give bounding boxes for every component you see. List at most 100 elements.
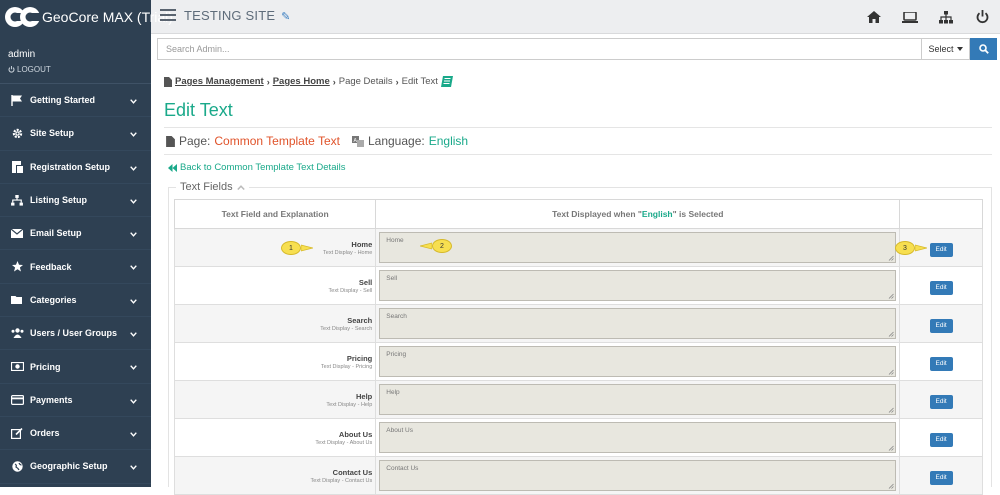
sidebar-item-payments[interactable]: Payments bbox=[0, 384, 151, 417]
edit-button[interactable]: Edit bbox=[929, 357, 953, 371]
book-icon[interactable] bbox=[440, 76, 453, 87]
callout-1-badge: 1 bbox=[281, 241, 301, 255]
users-icon bbox=[10, 327, 24, 339]
resize-grip-icon[interactable] bbox=[888, 407, 895, 413]
laptop-icon[interactable] bbox=[892, 0, 928, 34]
menu-toggle-icon[interactable] bbox=[160, 9, 176, 23]
resize-grip-icon[interactable] bbox=[888, 293, 895, 299]
pencil-icon[interactable]: ✎ bbox=[281, 11, 290, 23]
back-link[interactable]: Back to Common Template Text Details bbox=[168, 162, 345, 173]
sidebar-item-site-setup[interactable]: Site Setup bbox=[0, 117, 151, 151]
field-explanation: Text Display - About Us bbox=[315, 439, 373, 446]
field-label-cell: Home Text Display - Home bbox=[173, 228, 377, 267]
field-label-cell: About Us Text Display - About Us bbox=[173, 418, 377, 457]
page-label: Page: bbox=[179, 134, 211, 148]
sidebar-item-label: Email Setup bbox=[30, 228, 82, 239]
edit-button[interactable]: Edit bbox=[929, 471, 953, 485]
field-text-cell: Sell bbox=[375, 266, 901, 305]
callout-pointer-icon bbox=[420, 242, 432, 250]
sidebar-item-getting-started[interactable]: Getting Started bbox=[0, 84, 151, 118]
file-icon bbox=[166, 135, 175, 147]
sidebar-item-listing-setup[interactable]: Listing Setup bbox=[0, 184, 151, 218]
breadcrumb-separator: › bbox=[332, 76, 336, 87]
resize-grip-icon[interactable] bbox=[888, 255, 895, 261]
sidebar-item-feedback[interactable]: Feedback bbox=[0, 250, 151, 284]
field-textarea[interactable]: Help bbox=[379, 384, 897, 415]
power-icon[interactable] bbox=[964, 0, 1000, 34]
chevron-down-icon bbox=[130, 462, 137, 472]
resize-grip-icon[interactable] bbox=[888, 369, 895, 375]
chevron-down-icon bbox=[130, 196, 137, 206]
field-label-cell: Contact Us Text Display - Contact Us bbox=[173, 456, 377, 495]
edit-button[interactable]: Edit bbox=[929, 281, 953, 295]
edit-button[interactable]: Edit bbox=[929, 433, 953, 447]
sidebar-item-email-setup[interactable]: Email Setup bbox=[0, 217, 151, 251]
sidebar-item-label: Orders bbox=[30, 428, 60, 439]
breadcrumb-pages-management[interactable]: Pages Management bbox=[175, 76, 264, 87]
power-icon bbox=[8, 66, 15, 73]
field-textarea[interactable]: Pricing bbox=[379, 346, 897, 377]
sidebar-item-label: Getting Started bbox=[30, 95, 96, 106]
field-explanation: Text Display - Help bbox=[326, 401, 373, 408]
callout-1: 1 bbox=[281, 241, 313, 255]
field-textarea[interactable]: Sell bbox=[379, 270, 897, 301]
field-text-cell: Help bbox=[375, 380, 901, 419]
sidebar-item-categories[interactable]: Categories bbox=[0, 284, 151, 318]
field-textarea-value: Search bbox=[386, 313, 407, 320]
sidebar-item-pricing[interactable]: Pricing bbox=[0, 350, 151, 384]
breadcrumb-pages-home[interactable]: Pages Home bbox=[273, 76, 330, 87]
field-name: Pricing bbox=[346, 353, 373, 363]
resize-grip-icon[interactable] bbox=[888, 483, 895, 489]
edit-icon bbox=[10, 427, 24, 439]
edit-button[interactable]: Edit bbox=[929, 243, 953, 257]
resize-grip-icon[interactable] bbox=[888, 331, 895, 337]
text-fields-legend[interactable]: Text Fields bbox=[176, 181, 249, 193]
field-action-cell: Edit bbox=[899, 418, 983, 457]
globe-icon bbox=[10, 460, 24, 472]
file-icon bbox=[164, 76, 172, 87]
sidebar-item-label: Registration Setup bbox=[30, 161, 111, 172]
back-link-label: Back to Common Template Text Details bbox=[180, 162, 346, 173]
edit-button[interactable]: Edit bbox=[929, 395, 953, 409]
sitemap-icon[interactable] bbox=[928, 0, 964, 34]
site-title[interactable]: TESTING SITE ✎ bbox=[184, 8, 290, 23]
field-text-cell: About Us bbox=[375, 418, 901, 457]
chevron-up-icon[interactable] bbox=[236, 184, 245, 190]
field-action-cell: Edit bbox=[899, 380, 983, 419]
search-icon bbox=[978, 44, 989, 54]
table-row: Contact Us Text Display - Contact Us Conta… bbox=[173, 456, 983, 495]
table-row: Search Text Display - Search Search Edit bbox=[173, 304, 983, 343]
home-icon[interactable] bbox=[856, 0, 892, 34]
field-textarea[interactable]: Contact Us bbox=[379, 460, 897, 491]
field-text-cell: Contact Us bbox=[375, 456, 901, 495]
search-input[interactable]: Search Admin... bbox=[157, 38, 921, 60]
column-header-text: Text Displayed when "English" is Selecte… bbox=[375, 199, 901, 229]
callout-pointer-icon bbox=[301, 244, 313, 252]
sidebar-item-label: Pricing bbox=[30, 361, 61, 372]
logout-link[interactable]: LOGOUT bbox=[8, 65, 151, 74]
field-textarea-value: Home bbox=[386, 237, 404, 244]
sidebar-item-label: Categories bbox=[30, 294, 77, 305]
edit-button[interactable]: Edit bbox=[929, 319, 953, 333]
brand-logo[interactable]: GeoCore MAX (Trial) bbox=[0, 0, 173, 34]
sidebar-item-users-user-groups[interactable]: Users / User Groups bbox=[0, 317, 151, 351]
sidebar-item-orders[interactable]: Orders bbox=[0, 417, 151, 451]
sidebar-item-geographic-setup[interactable]: Geographic Setup bbox=[0, 450, 151, 484]
field-action-cell: Edit bbox=[899, 304, 983, 343]
field-textarea-value: Contact Us bbox=[386, 465, 419, 472]
resize-grip-icon[interactable] bbox=[888, 445, 895, 451]
header-prefix: Text Displayed when " bbox=[552, 209, 642, 219]
table-row: Help Text Display - Help Help Edit bbox=[173, 380, 983, 419]
sidebar-item-registration-setup[interactable]: Registration Setup bbox=[0, 151, 151, 184]
search-button[interactable] bbox=[970, 38, 997, 60]
sidebar-item-label: Payments bbox=[30, 394, 73, 405]
callout-3-badge: 3 bbox=[895, 241, 915, 255]
search-scope-select[interactable]: Select bbox=[921, 38, 970, 60]
field-textarea[interactable]: About Us bbox=[379, 422, 897, 453]
field-textarea[interactable]: Home bbox=[379, 232, 897, 263]
language-name: English bbox=[428, 134, 469, 148]
header-suffix: " is Selected bbox=[672, 209, 724, 219]
field-textarea[interactable]: Search bbox=[379, 308, 897, 339]
field-action-cell: Edit bbox=[899, 342, 983, 381]
chevron-down-icon bbox=[130, 429, 137, 439]
